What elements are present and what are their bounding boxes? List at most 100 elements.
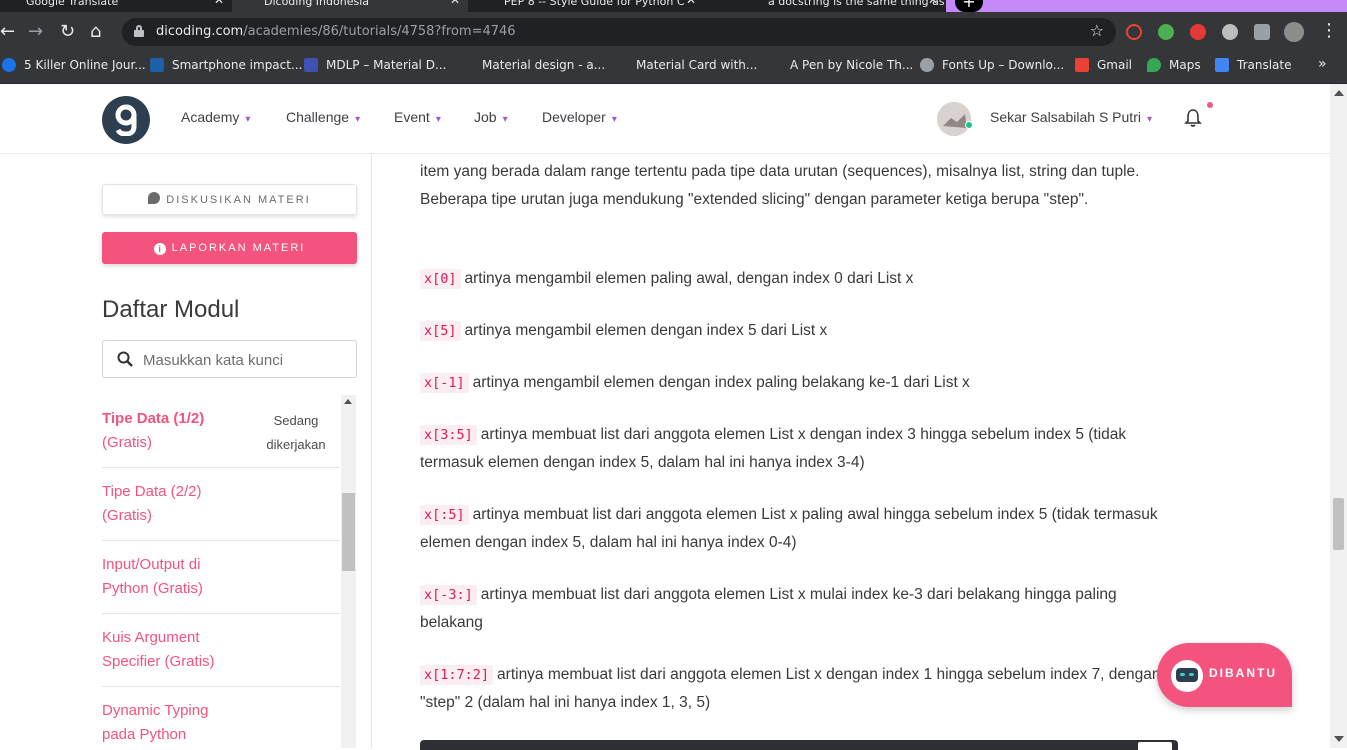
module-search[interactable] bbox=[102, 340, 357, 378]
browser-tab-bar: Google Translate ✕ Dicoding Indonesia ✕ … bbox=[0, 0, 1347, 12]
module-status: Sedang dikerjakan bbox=[266, 413, 326, 452]
translate-icon bbox=[1215, 58, 1229, 72]
nav-job[interactable]: Job ▾ bbox=[474, 109, 508, 125]
search-input[interactable] bbox=[143, 349, 348, 371]
bookmark-item[interactable]: Maps bbox=[1147, 52, 1201, 84]
tab-title: Google Translate bbox=[26, 0, 119, 8]
tab-title: a docstring is the same thing as a bbox=[768, 0, 946, 8]
report-material-button[interactable]: i LAPORKAN MATERI bbox=[102, 232, 357, 264]
profile-avatar-icon[interactable] bbox=[1284, 22, 1304, 42]
extension-youtube-icon[interactable] bbox=[1190, 24, 1206, 40]
module-title: Tipe Data (1/2) bbox=[102, 410, 205, 427]
slice-explanation: x[-1] artinya mengambil elemen dengan ind… bbox=[420, 369, 1180, 397]
module-item[interactable]: Kuis Argument Specifier (Gratis) bbox=[102, 614, 340, 687]
extension-block-icon[interactable] bbox=[1126, 24, 1142, 40]
module-item[interactable]: Input/Output di Python (Gratis) bbox=[102, 541, 340, 614]
bookmark-item[interactable]: MDLP – Material D... bbox=[304, 52, 446, 84]
module-title: Tipe Data (2/2) bbox=[102, 483, 202, 500]
module-item[interactable]: Tipe Data (1/2) (Gratis) Sedang dikerjaka… bbox=[102, 395, 340, 468]
close-icon[interactable]: ✕ bbox=[928, 0, 938, 6]
module-item[interactable]: Tipe Data (2/2) (Gratis) bbox=[102, 468, 340, 541]
tab-google-translate[interactable]: Google Translate ✕ bbox=[0, 0, 232, 12]
chevron-down-icon: ▾ bbox=[245, 114, 251, 125]
module-title: Kuis Argument bbox=[102, 629, 200, 646]
chevron-down-icon: ▾ bbox=[435, 114, 441, 125]
bookmark-favicon-icon bbox=[768, 58, 782, 72]
bookmark-star-icon[interactable]: ☆ bbox=[1090, 21, 1104, 40]
module-title: Dynamic Typing bbox=[102, 702, 209, 719]
inline-code: x[1:7:2] bbox=[420, 665, 494, 685]
inline-code: x[5] bbox=[420, 321, 461, 341]
home-icon[interactable]: ⌂ bbox=[90, 22, 101, 42]
copy-code-button[interactable] bbox=[1138, 742, 1172, 750]
forward-icon[interactable]: → bbox=[28, 22, 43, 42]
page-scrollbar[interactable] bbox=[1330, 84, 1347, 748]
user-menu[interactable]: Sekar Salsabilah S Putri ▾ bbox=[990, 109, 1152, 125]
extensions-puzzle-icon[interactable] bbox=[1254, 24, 1270, 40]
dibantu-label: DIBANTU bbox=[1209, 666, 1277, 680]
module-subtitle: Specifier (Gratis) bbox=[102, 653, 215, 670]
scrollbar-thumb[interactable] bbox=[342, 493, 355, 571]
nav-event[interactable]: Event ▾ bbox=[394, 109, 441, 125]
dibantu-help-button[interactable]: DIBANTU bbox=[1157, 643, 1292, 707]
bookmark-item[interactable]: Translate bbox=[1215, 52, 1292, 84]
module-list-scrollbar[interactable] bbox=[341, 395, 356, 748]
close-icon[interactable]: ✕ bbox=[214, 0, 224, 6]
tab-title: PEP 8 -- Style Guide for Python C bbox=[504, 0, 685, 8]
chat-icon bbox=[148, 192, 161, 204]
reload-icon[interactable]: ↻ bbox=[60, 22, 75, 42]
bookmark-item[interactable]: Fonts Up – Downlo... bbox=[920, 52, 1064, 84]
bookmark-item[interactable]: A Pen by Nicole Th... bbox=[768, 52, 913, 84]
sidebar: DISKUSIKAN MATERI i LAPORKAN MATERI Dafta… bbox=[0, 155, 372, 748]
scroll-up-icon[interactable] bbox=[344, 399, 352, 404]
nav-academy[interactable]: Academy ▾ bbox=[181, 109, 250, 125]
close-icon[interactable]: ✕ bbox=[686, 0, 696, 6]
chevron-down-icon: ▾ bbox=[1146, 114, 1152, 125]
module-item[interactable]: Dynamic Typing pada Python bbox=[102, 687, 340, 748]
address-bar[interactable]: dicoding.com/academies/86/tutorials/4758… bbox=[122, 18, 1116, 46]
module-subtitle: Python (Gratis) bbox=[102, 580, 203, 597]
tab-dicoding[interactable]: Dicoding Indonesia ✕ bbox=[232, 0, 468, 12]
dicoding-logo[interactable] bbox=[102, 96, 150, 144]
module-list-title: Daftar Modul bbox=[102, 296, 240, 323]
browser-menu-icon[interactable]: ⋮ bbox=[1320, 21, 1338, 41]
extension-colorful-icon[interactable] bbox=[1158, 24, 1174, 40]
nav-challenge[interactable]: Challenge ▾ bbox=[286, 109, 360, 125]
info-icon: i bbox=[153, 243, 166, 255]
scroll-up-icon[interactable] bbox=[1334, 90, 1344, 96]
bookmark-item[interactable]: Smartphone impact... bbox=[150, 52, 302, 84]
more-bookmarks-icon[interactable]: » bbox=[1318, 56, 1327, 72]
scroll-down-icon[interactable] bbox=[1334, 736, 1344, 742]
bell-icon[interactable] bbox=[1184, 108, 1202, 128]
inline-code: x[3:5] bbox=[420, 425, 477, 445]
notification-dot bbox=[1207, 102, 1213, 108]
discuss-material-button[interactable]: DISKUSIKAN MATERI bbox=[102, 184, 357, 215]
slice-explanation: x[3:5] artinya membuat list dari anggota … bbox=[420, 425, 1127, 471]
chevron-down-icon: ▾ bbox=[611, 114, 617, 125]
tab-pep8[interactable]: PEP 8 -- Style Guide for Python C ✕ bbox=[468, 0, 704, 12]
bookmark-favicon-icon bbox=[150, 58, 164, 72]
bookmark-item[interactable]: Gmail bbox=[1075, 52, 1132, 84]
avatar[interactable] bbox=[937, 102, 971, 136]
url-text[interactable]: dicoding.com/academies/86/tutorials/4758… bbox=[156, 24, 516, 39]
globe-icon bbox=[920, 58, 934, 72]
slice-explanation: x[:5] artinya membuat list dari anggota e… bbox=[420, 505, 1158, 551]
bookmark-item[interactable]: Material Card with... bbox=[614, 52, 757, 84]
bookmark-item[interactable]: 5 Killer Online Jour... bbox=[2, 52, 146, 84]
module-title: Input/Output di bbox=[102, 556, 201, 573]
nav-developer[interactable]: Developer ▾ bbox=[542, 109, 617, 125]
bookmark-item[interactable]: Material design - a... bbox=[460, 52, 605, 84]
slice-explanation: x[5] artinya mengambil elemen dengan inde… bbox=[420, 317, 1180, 345]
inline-code: x[-1] bbox=[420, 373, 469, 393]
tab-docstring[interactable]: a docstring is the same thing as a ✕ bbox=[704, 0, 946, 12]
back-icon[interactable]: ← bbox=[0, 22, 15, 42]
bookmarks-bar: 5 Killer Online Jour... Smartphone impac… bbox=[0, 52, 1347, 84]
bookmark-favicon-icon bbox=[460, 58, 474, 72]
scrollbar-thumb[interactable] bbox=[1333, 498, 1344, 550]
close-icon[interactable]: ✕ bbox=[450, 0, 460, 6]
extension-cloud-icon[interactable] bbox=[1222, 24, 1238, 40]
tab-strip-accent bbox=[946, 0, 1347, 12]
browser-toolbar: ← → ↻ ⌂ dicoding.com/academies/86/tutori… bbox=[0, 12, 1347, 52]
lock-icon[interactable] bbox=[134, 25, 144, 37]
module-subtitle: (Gratis) bbox=[102, 434, 152, 451]
